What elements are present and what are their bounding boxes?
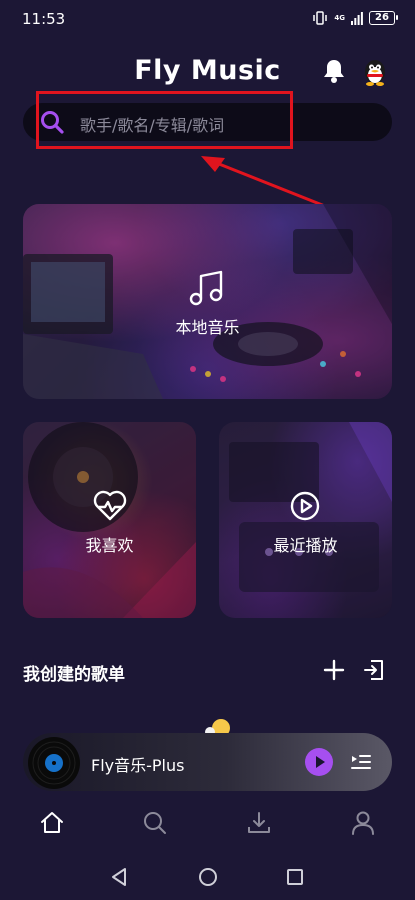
- highlight-box: [36, 91, 293, 149]
- status-time: 11:53: [22, 10, 66, 28]
- recent-card[interactable]: 最近播放: [219, 422, 392, 618]
- my-playlists-title: 我创建的歌单: [23, 665, 125, 685]
- play-icon: [316, 756, 325, 768]
- nav-home-icon[interactable]: [39, 810, 65, 836]
- music-note-icon: [189, 270, 223, 306]
- system-back-icon[interactable]: [110, 867, 128, 887]
- system-home-icon[interactable]: [198, 867, 218, 887]
- status-icons: 4G 26: [312, 10, 398, 26]
- favorites-card[interactable]: 我喜欢: [23, 422, 196, 618]
- nav-download-icon[interactable]: [246, 810, 272, 836]
- local-music-label: 本地音乐: [175, 318, 240, 337]
- battery-indicator: 26: [369, 11, 398, 25]
- signal-icon: [351, 12, 363, 25]
- app-title: Fly Music: [134, 55, 281, 86]
- heart-pulse-icon: [93, 490, 127, 521]
- play-button[interactable]: [305, 748, 333, 776]
- nav-profile-icon[interactable]: [350, 810, 376, 836]
- play-circle-icon: [290, 491, 320, 521]
- favorites-label: 我喜欢: [85, 536, 134, 555]
- track-title[interactable]: Fly音乐-Plus: [91, 752, 184, 776]
- avatar[interactable]: [362, 58, 388, 86]
- queue-icon[interactable]: [350, 751, 372, 773]
- system-recents-icon[interactable]: [286, 868, 304, 886]
- recent-label: 最近播放: [273, 536, 338, 555]
- plus-icon[interactable]: [322, 658, 346, 682]
- import-icon[interactable]: [362, 658, 386, 682]
- vibrate-icon: [313, 11, 328, 25]
- nav-search-icon[interactable]: [142, 810, 168, 836]
- vinyl-disc-icon[interactable]: [27, 736, 81, 790]
- network-label: 4G: [334, 14, 345, 22]
- bell-icon[interactable]: [322, 58, 346, 84]
- local-music-card[interactable]: 本地音乐: [23, 204, 392, 399]
